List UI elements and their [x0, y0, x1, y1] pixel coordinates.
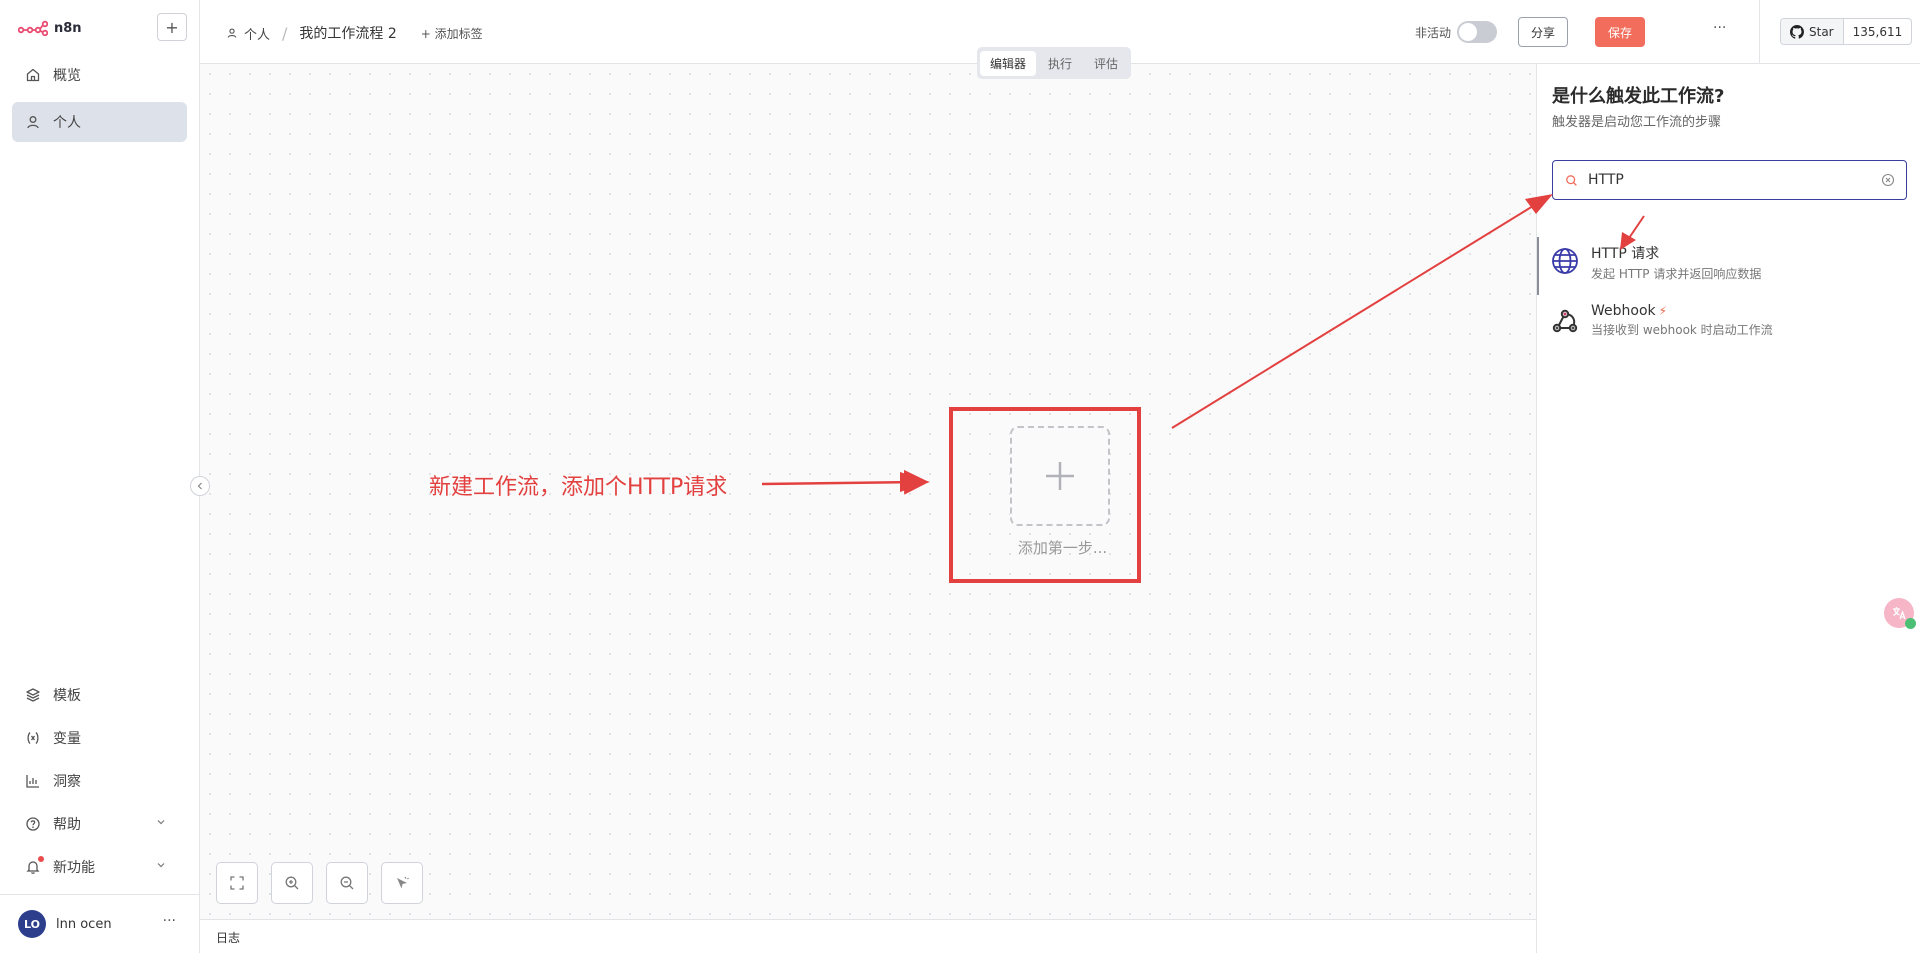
breadcrumb-owner[interactable]: 个人 [244, 24, 270, 43]
chevron-down-icon [157, 863, 165, 868]
sidebar-item-insights[interactable]: 洞察 [12, 761, 187, 801]
zoom-out-icon [340, 876, 354, 890]
logo-text: n8n [54, 20, 82, 36]
add-tag-button[interactable]: + 添加标签 [421, 25, 483, 42]
variables-icon [27, 732, 39, 744]
user-icon [27, 116, 39, 129]
node-search [1552, 160, 1907, 200]
panel-title: 是什么触发此工作流? [1552, 86, 1725, 107]
node-item-text: HTTP 请求 发起 HTTP 请求并返回响应数据 [1591, 240, 1761, 282]
workflow-canvas[interactable]: 编辑器 执行 评估 添加第一步... 新建工作流，添加个HTTP请求 [190, 47, 1536, 919]
sidebar-item-variables[interactable]: 变量 [12, 718, 187, 758]
share-button[interactable]: 分享 [1518, 17, 1568, 47]
insights-icon [26, 775, 39, 788]
n8n-logo-icon [18, 20, 48, 36]
node-creator-panel: 是什么触发此工作流? 触发器是启动您工作流的步骤 HTTP 请求 发起 HTTP… [1536, 64, 1920, 953]
webhook-icon [1552, 309, 1578, 333]
tab-executions[interactable]: 执行 [1038, 51, 1082, 76]
add-first-step-button[interactable] [1010, 426, 1110, 526]
annotation-text: 新建工作流，添加个HTTP请求 [429, 475, 728, 500]
toggle-knob [1459, 23, 1477, 41]
user-menu[interactable]: LO lnn ocen ··· [0, 894, 200, 953]
zoom-in-button[interactable] [271, 862, 313, 904]
notification-dot [38, 856, 44, 862]
node-item-description: 发起 HTTP 请求并返回响应数据 [1591, 267, 1762, 281]
create-button[interactable]: + [157, 13, 187, 41]
github-star-label: Star [1809, 24, 1834, 39]
clear-search-icon[interactable] [1880, 172, 1896, 188]
avatar: LO [18, 910, 46, 938]
translate-icon [1893, 607, 1906, 620]
canvas-toolbar [216, 862, 423, 904]
sidebar-item-label: 变量 [53, 731, 81, 747]
home-icon [26, 68, 40, 82]
fit-view-icon [230, 876, 244, 890]
trigger-bolt-icon: ⚡ [1658, 304, 1668, 318]
panel-subtitle: 触发器是启动您工作流的步骤 [1552, 115, 1722, 130]
github-icon [1790, 24, 1804, 39]
user-icon [227, 28, 237, 38]
active-status-label: 非活动 [1415, 26, 1452, 40]
more-options-button[interactable]: ··· [1713, 20, 1726, 36]
status-ok-dot [1905, 618, 1916, 629]
logs-bar[interactable]: 日志 [200, 919, 1536, 953]
node-item-description: 当接收到 webhook 时启动工作流 [1591, 323, 1773, 337]
sidebar: n8n + 概览 个人 模板 变量 洞察 帮助 新功能 LO lnn ocen … [0, 0, 200, 953]
tidy-up-button[interactable] [381, 862, 423, 904]
sidebar-collapse-button[interactable] [190, 476, 210, 496]
help-icon [26, 817, 40, 831]
sidebar-item-label: 洞察 [53, 774, 81, 790]
search-icon [1566, 174, 1577, 186]
tab-evaluations[interactable]: 评估 [1084, 51, 1128, 76]
sidebar-item-label: 概览 [53, 68, 81, 84]
sidebar-item-templates[interactable]: 模板 [12, 675, 187, 715]
node-item-name-row: Webhook ⚡ [1591, 303, 1773, 319]
chevron-down-icon [157, 820, 165, 825]
logo[interactable]: n8n [18, 17, 82, 39]
active-toggle[interactable] [1457, 21, 1497, 43]
sidebar-item-label: 模板 [53, 688, 81, 704]
zoom-in-icon [285, 876, 299, 890]
logs-label: 日志 [216, 931, 241, 945]
globe-icon [1552, 248, 1578, 274]
bell-wrapper [25, 856, 44, 875]
node-item-name: Webhook [1591, 303, 1656, 319]
zoom-out-button[interactable] [326, 862, 368, 904]
sidebar-item-whats-new[interactable]: 新功能 [12, 847, 187, 887]
github-star-count[interactable]: 135,611 [1844, 19, 1912, 44]
search-input[interactable] [1588, 172, 1868, 188]
sidebar-item-label: 帮助 [53, 817, 81, 833]
templates-icon [26, 688, 40, 702]
plus-icon [1046, 462, 1074, 490]
breadcrumb: 个人 / 我的工作流程 2 + 添加标签 [226, 23, 483, 43]
sidebar-item-overview[interactable]: 概览 [12, 55, 187, 95]
breadcrumb-separator: / [282, 23, 288, 43]
node-item-name: HTTP 请求 [1591, 246, 1660, 262]
user-name: lnn ocen [56, 916, 112, 932]
node-item-http-request[interactable]: HTTP 请求 发起 HTTP 请求并返回响应数据 [1537, 237, 1920, 295]
fit-view-button[interactable] [216, 862, 258, 904]
sidebar-item-label: 新功能 [53, 860, 95, 876]
translate-extension-button[interactable] [1884, 598, 1916, 629]
user-more-button[interactable]: ··· [163, 913, 176, 929]
sidebar-item-personal[interactable]: 个人 [12, 102, 187, 142]
workflow-name[interactable]: 我的工作流程 2 [299, 23, 396, 43]
chevron-left-icon [197, 482, 202, 490]
tab-editor[interactable]: 编辑器 [980, 50, 1037, 76]
tidy-up-icon [397, 876, 409, 889]
node-item-webhook[interactable]: Webhook ⚡ 当接收到 webhook 时启动工作流 [1537, 300, 1920, 352]
mode-tabs: 编辑器 执行 评估 [977, 47, 1132, 79]
sidebar-item-label: 个人 [53, 115, 81, 131]
github-star-button[interactable]: Star [1781, 19, 1844, 44]
add-first-step-label: 添加第一步... [1017, 539, 1108, 557]
sidebar-item-help[interactable]: 帮助 [12, 804, 187, 844]
header-divider [1759, 0, 1760, 64]
github-star-widget: Star 135,611 [1780, 18, 1913, 45]
node-item-text: Webhook ⚡ 当接收到 webhook 时启动工作流 [1591, 300, 1773, 338]
save-button[interactable]: 保存 [1595, 17, 1645, 47]
